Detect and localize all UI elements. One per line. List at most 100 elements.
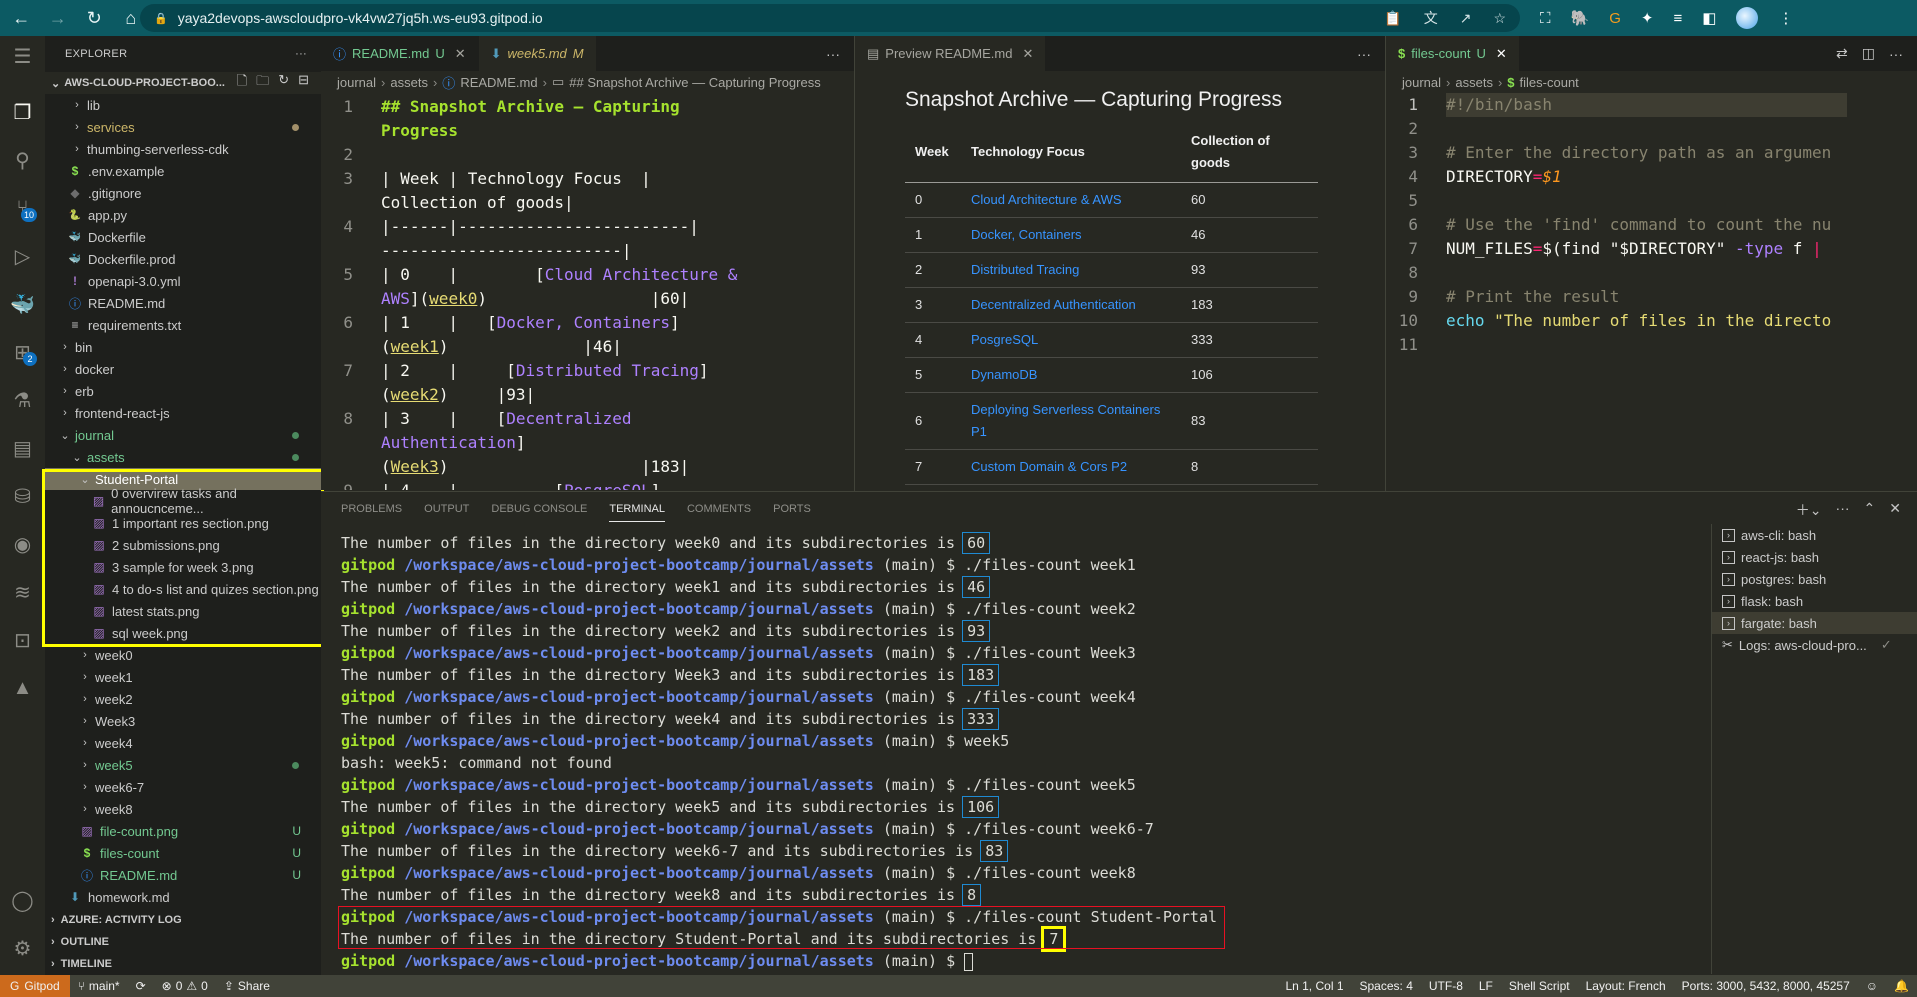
section-azure-activity-log[interactable]: › AZURE: ACTIVITY LOG: [45, 909, 321, 931]
clipboard-icon[interactable]: 📋: [1384, 10, 1401, 27]
evernote-extension-icon[interactable]: 🐘: [1571, 9, 1590, 27]
tree-item[interactable]: › frontend-react-js: [45, 402, 321, 424]
technology-link[interactable]: Custom Domain & Cors P2: [971, 459, 1127, 474]
problems-indicator[interactable]: ⊗ 0 ⚠ 0: [154, 979, 216, 993]
technology-link[interactable]: Decentralized Authentication: [971, 297, 1136, 312]
tree-item[interactable]: ▨ 2 submissions.png: [45, 534, 321, 556]
technology-link[interactable]: Docker, Containers: [971, 227, 1082, 242]
tab-preview-readme[interactable]: ▤ Preview README.md ✕: [855, 36, 1047, 71]
more-actions-icon[interactable]: ···: [1889, 46, 1903, 62]
explorer-more-icon[interactable]: ···: [295, 48, 307, 60]
tree-item[interactable]: › thumbing-serverless-cdk: [45, 138, 321, 160]
terminal-list-item[interactable]: › fargate: bash: [1712, 612, 1917, 634]
terminal-list-item[interactable]: › react-js: bash: [1712, 546, 1917, 568]
side-panel-icon[interactable]: ◧: [1702, 9, 1716, 27]
tree-item[interactable]: › week4: [45, 732, 321, 754]
tree-item[interactable]: ▨ sql week.png: [45, 622, 321, 644]
tree-item[interactable]: 🐳 Dockerfile.prod: [45, 248, 321, 270]
panel-tab-debug-console[interactable]: DEBUG CONSOLE: [491, 503, 587, 515]
terminal-list-item[interactable]: › aws-cli: bash: [1712, 524, 1917, 546]
section-timeline[interactable]: › TIMELINE: [45, 953, 321, 975]
tree-item[interactable]: › week5: [45, 754, 321, 776]
maximize-panel-icon[interactable]: ⌃: [1864, 500, 1876, 520]
address-bar[interactable]: 🔒 yaya2devops-awscloudpro-vk4vw27jq5h.ws…: [140, 4, 1520, 32]
tree-item[interactable]: ⓘ README.md U: [45, 864, 321, 886]
share-button[interactable]: ⇪ Share: [216, 979, 278, 993]
workspace-root[interactable]: ⌄ AWS-CLOUD-PROJECT-BOO... 🗋 🗀 ↻ ⊟: [45, 72, 321, 94]
tree-item[interactable]: ◆ .gitignore: [45, 182, 321, 204]
search-icon[interactable]: ⚲: [0, 140, 45, 180]
panel-tab-problems[interactable]: PROBLEMS: [341, 503, 402, 515]
panel-tab-output[interactable]: OUTPUT: [424, 503, 469, 515]
tab-week5[interactable]: ⬇ week5.md M: [478, 36, 597, 71]
tree-item[interactable]: $ files-count U: [45, 842, 321, 864]
link-url[interactable]: week2: [391, 385, 439, 404]
tree-item[interactable]: › week6-7: [45, 776, 321, 798]
new-file-icon[interactable]: 🗋: [237, 72, 247, 94]
settings-gear-icon[interactable]: ⚙: [0, 928, 45, 968]
cursor-position[interactable]: Ln 1, Col 1: [1277, 979, 1351, 993]
end-of-line[interactable]: LF: [1471, 979, 1501, 993]
tree-item[interactable]: ⓘ README.md: [45, 292, 321, 314]
panel-tab-ports[interactable]: PORTS: [773, 503, 811, 515]
new-terminal-icon[interactable]: ＋⌄: [1796, 500, 1822, 520]
breadcrumb-item[interactable]: assets: [1455, 75, 1493, 90]
media-control-icon[interactable]: ≡: [1673, 10, 1682, 27]
feedback-icon[interactable]: ☺: [1858, 979, 1886, 993]
tree-item[interactable]: 🐳 Dockerfile: [45, 226, 321, 248]
tree-item[interactable]: › erb: [45, 380, 321, 402]
tree-item[interactable]: › Week3: [45, 710, 321, 732]
collapse-all-icon[interactable]: ⊟: [298, 72, 309, 94]
back-icon[interactable]: ←: [12, 8, 31, 29]
azure-icon[interactable]: ▲: [0, 668, 45, 708]
menu-icon[interactable]: ☰: [0, 36, 45, 76]
tree-item[interactable]: ▨ 4 to do-s list and quizes section.png: [45, 578, 321, 600]
explorer-icon[interactable]: ❐: [0, 92, 45, 132]
profile-avatar[interactable]: [1736, 7, 1759, 29]
technology-link[interactable]: Deploying Serverless Containers P1: [971, 402, 1160, 439]
terminal-list-item[interactable]: › postgres: bash: [1712, 568, 1917, 590]
tab-readme[interactable]: ⓘ README.md U ✕: [321, 36, 479, 71]
tree-item[interactable]: ⌄ journal: [45, 424, 321, 446]
terminal-list-item[interactable]: › flask: bash: [1712, 590, 1917, 612]
forward-icon[interactable]: →: [49, 8, 68, 29]
close-icon[interactable]: ✕: [455, 46, 466, 62]
testing-flask-icon[interactable]: ⚗: [0, 380, 45, 420]
tab-files-count[interactable]: $ files-count U ✕: [1386, 36, 1520, 71]
sync-button[interactable]: ⟳: [128, 979, 154, 993]
more-actions-icon[interactable]: ···: [1357, 46, 1371, 62]
extensions-icon[interactable]: ⊞ 2: [0, 332, 45, 372]
source-control-icon[interactable]: ⑂ 10: [0, 188, 45, 228]
home-icon[interactable]: ⌂: [122, 8, 141, 29]
tree-item[interactable]: ⬇ homework.md: [45, 886, 321, 908]
tree-item[interactable]: › week8: [45, 798, 321, 820]
breadcrumb-item[interactable]: files-count: [1520, 75, 1579, 90]
screenshot-extension-icon[interactable]: ⛶: [1540, 10, 1551, 27]
database-icon[interactable]: ⛁: [0, 476, 45, 516]
technology-link[interactable]: Distributed Tracing: [971, 262, 1079, 277]
redis-stack-icon[interactable]: ≋: [0, 572, 45, 612]
github-icon[interactable]: ◉: [0, 524, 45, 564]
translate-icon[interactable]: 文: [1424, 8, 1438, 28]
breadcrumb-item[interactable]: ## Snapshot Archive — Capturing Progress: [569, 75, 820, 90]
docker-icon[interactable]: 🐳: [0, 284, 45, 324]
bookmark-star-icon[interactable]: ☆: [1493, 10, 1506, 27]
tree-item[interactable]: ▨ 0 overvirew tasks and annoucnceme...: [45, 486, 321, 516]
refresh-icon[interactable]: ↻: [278, 72, 289, 94]
readme-editor[interactable]: 1 ## Snapshot Archive — Capturing Progress…: [321, 93, 854, 490]
tree-item[interactable]: › week1: [45, 666, 321, 688]
keyboard-layout[interactable]: Layout: French: [1578, 979, 1674, 993]
tree-item[interactable]: 🐍 app.py: [45, 204, 321, 226]
language-mode[interactable]: Shell Script: [1501, 979, 1578, 993]
tree-item[interactable]: ▨ 1 important res section.png: [45, 512, 321, 534]
close-icon[interactable]: ✕: [1496, 46, 1507, 62]
tree-item[interactable]: › week2: [45, 688, 321, 710]
tree-item[interactable]: ▨ file-count.png U: [45, 820, 321, 842]
terminal-icon[interactable]: ⊡: [0, 620, 45, 660]
branch-indicator[interactable]: ⑂ main*: [70, 979, 128, 993]
close-icon[interactable]: ✕: [1022, 46, 1033, 62]
share-icon[interactable]: ↗: [1460, 10, 1472, 27]
close-panel-icon[interactable]: ✕: [1889, 500, 1901, 520]
breadcrumb-item[interactable]: assets: [390, 75, 428, 90]
tree-item[interactable]: ⌄ assets: [45, 446, 321, 468]
